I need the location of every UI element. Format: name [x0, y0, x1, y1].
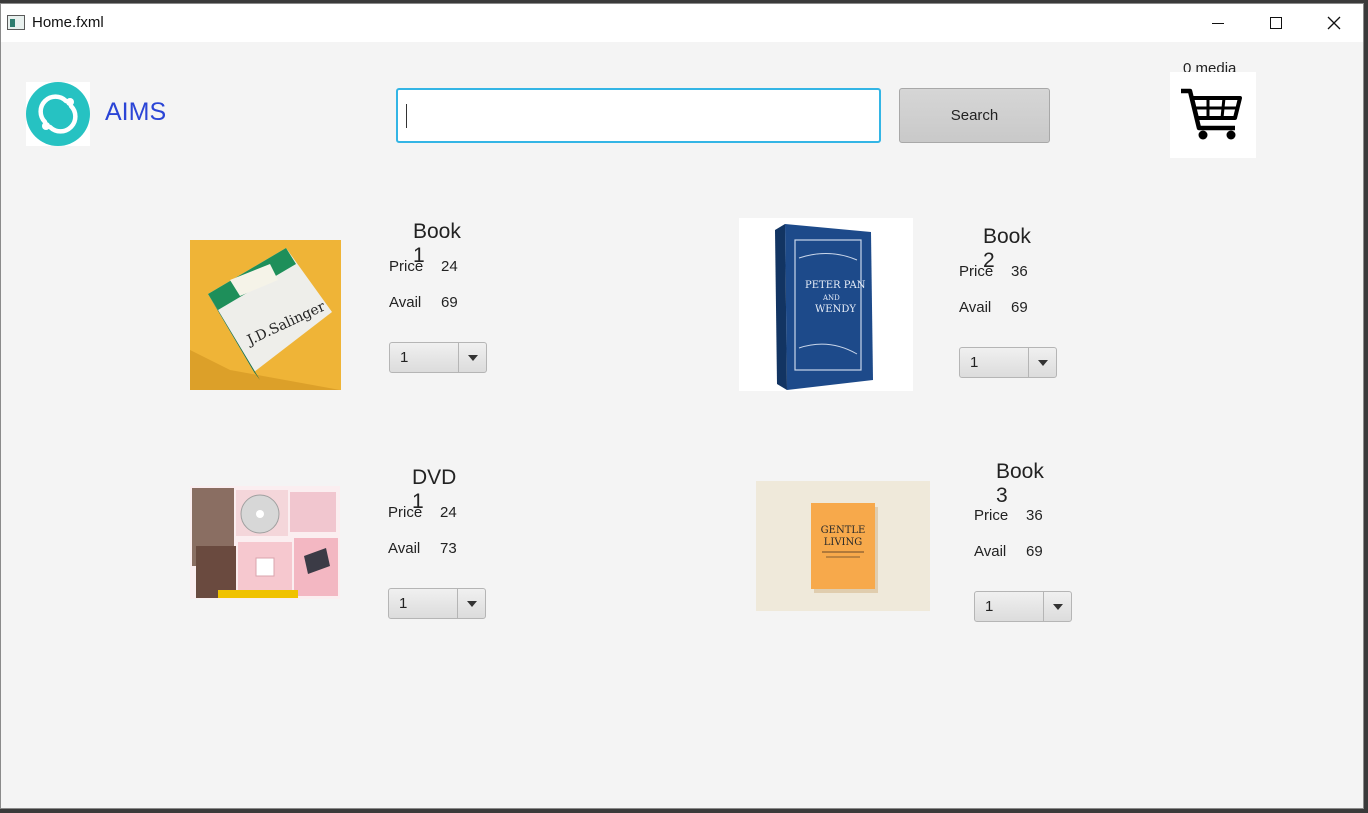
avail-label: Avail — [388, 540, 421, 557]
svg-text:WENDY: WENDY — [815, 304, 856, 315]
price-value: 24 — [440, 504, 457, 521]
java-app-icon — [7, 15, 25, 30]
minimize-button[interactable] — [1189, 4, 1247, 42]
svg-text:LIVING: LIVING — [824, 537, 863, 548]
combo-divider — [1043, 592, 1044, 621]
svg-text:GENTLE: GENTLE — [821, 525, 866, 536]
book-cover-image: PETER PAN AND WENDY — [739, 218, 913, 391]
dvd-cover-image — [190, 486, 340, 599]
combo-divider — [1028, 348, 1029, 377]
quantity-value: 1 — [399, 595, 408, 612]
search-button[interactable]: Search — [899, 88, 1050, 143]
avail-value: 69 — [441, 294, 458, 311]
quantity-value: 1 — [970, 354, 979, 371]
close-icon — [1327, 16, 1341, 30]
cart-button[interactable] — [1170, 72, 1256, 158]
combo-divider — [457, 589, 458, 618]
quantity-combobox[interactable]: 1 — [388, 588, 486, 619]
quantity-value: 1 — [985, 598, 994, 615]
avail-value: 69 — [1011, 299, 1028, 316]
price-label: Price — [974, 507, 1009, 524]
media-title: Book 3 — [996, 460, 1044, 507]
quantity-combobox[interactable]: 1 — [959, 347, 1057, 378]
price-label: Price — [389, 258, 424, 275]
price-value: 36 — [1011, 263, 1028, 280]
text-caret — [406, 104, 407, 128]
book-cover-image: J.D.Salinger — [190, 240, 341, 390]
chevron-down-icon[interactable] — [468, 355, 478, 361]
window-title: Home.fxml — [32, 14, 104, 31]
avail-value: 69 — [1026, 543, 1043, 560]
price-value: 36 — [1026, 507, 1043, 524]
avail-label: Avail — [974, 543, 1007, 560]
avail-value: 73 — [440, 540, 457, 557]
logo-icon — [26, 82, 90, 146]
svg-text:PETER PAN: PETER PAN — [805, 280, 866, 291]
price-label: Price — [388, 504, 423, 521]
app-name: AIMS — [105, 98, 167, 126]
search-input[interactable] — [396, 88, 881, 143]
quantity-combobox[interactable]: 1 — [389, 342, 487, 373]
maximize-icon — [1270, 17, 1282, 29]
price-value: 24 — [441, 258, 458, 275]
price-label: Price — [959, 263, 994, 280]
avail-label: Avail — [959, 299, 992, 316]
aims-logo — [26, 82, 90, 146]
chevron-down-icon[interactable] — [1053, 604, 1063, 610]
avail-label: Avail — [389, 294, 422, 311]
title-bar: Home.fxml — [1, 4, 1363, 42]
quantity-combobox[interactable]: 1 — [974, 591, 1072, 622]
book-cover-image: GENTLE LIVING — [756, 481, 930, 611]
svg-text:AND: AND — [822, 294, 840, 302]
chevron-down-icon[interactable] — [1038, 360, 1048, 366]
chevron-down-icon[interactable] — [467, 601, 477, 607]
maximize-button[interactable] — [1247, 4, 1305, 42]
quantity-value: 1 — [400, 349, 409, 366]
combo-divider — [458, 343, 459, 372]
app-window: Home.fxml AIMS Search 0 media J.D.Saling… — [0, 3, 1364, 809]
minimize-icon — [1212, 22, 1224, 24]
close-button[interactable] — [1305, 4, 1363, 42]
shopping-cart-icon — [1181, 88, 1242, 140]
